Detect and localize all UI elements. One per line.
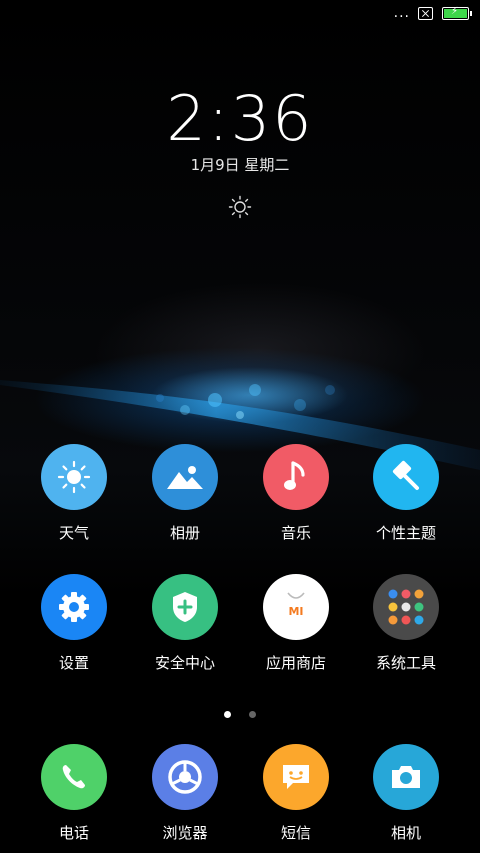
app-label: 电话 [58,824,89,842]
clock-time[interactable]: 2:36 [0,82,480,155]
messages-icon[interactable] [263,744,329,810]
app-label: 个性主题 [375,524,436,542]
gallery-icon[interactable] [152,444,218,510]
app-security[interactable]: 安全中心 [130,574,240,673]
settings-icon[interactable] [41,574,107,640]
app-store-icon[interactable]: MI [263,574,329,640]
app-store[interactable]: MI 应用商店 [241,574,351,673]
charging-icon: ⚡ [451,6,459,17]
theme-icon[interactable] [373,444,439,510]
phone-icon[interactable] [41,744,107,810]
notification-dots: ... [393,5,410,21]
app-browser[interactable]: 浏览器 [130,744,240,843]
app-label: 天气 [58,524,89,542]
no-sim-icon [418,7,433,20]
page-indicator[interactable] [0,703,480,722]
app-label: 相册 [169,524,200,542]
app-label: 设置 [58,654,89,672]
app-settings[interactable]: 设置 [19,574,129,673]
music-icon[interactable] [263,444,329,510]
page-dot[interactable] [248,711,256,718]
folder-icon[interactable] [373,574,439,640]
app-messages[interactable]: 短信 [241,744,351,843]
app-themes[interactable]: 个性主题 [351,444,461,543]
app-label: 浏览器 [162,824,208,842]
weather-icon[interactable] [41,444,107,510]
sun-icon[interactable] [228,195,252,219]
app-label: 音乐 [280,524,311,542]
app-camera[interactable]: 相机 [351,744,461,843]
security-icon[interactable] [152,574,218,640]
page-dot-active[interactable] [224,711,232,718]
clock-date[interactable]: 1月9日 星期二 [0,154,480,175]
status-bar: ... ⚡ [0,0,480,28]
app-phone[interactable]: 电话 [19,744,129,843]
battery-icon: ⚡ [442,6,472,20]
folder-system-tools[interactable]: 系统工具 [351,574,461,673]
browser-icon[interactable] [152,744,218,810]
app-music[interactable]: 音乐 [241,444,351,543]
app-gallery[interactable]: 相册 [130,444,240,543]
app-label: 短信 [280,824,311,842]
app-label: 相机 [390,824,421,842]
app-weather[interactable]: 天气 [19,444,129,543]
app-label: 应用商店 [265,654,326,672]
camera-icon[interactable] [373,744,439,810]
app-label: 系统工具 [375,654,436,672]
app-store-mi-text: MI [288,605,303,618]
app-label: 安全中心 [154,654,215,672]
